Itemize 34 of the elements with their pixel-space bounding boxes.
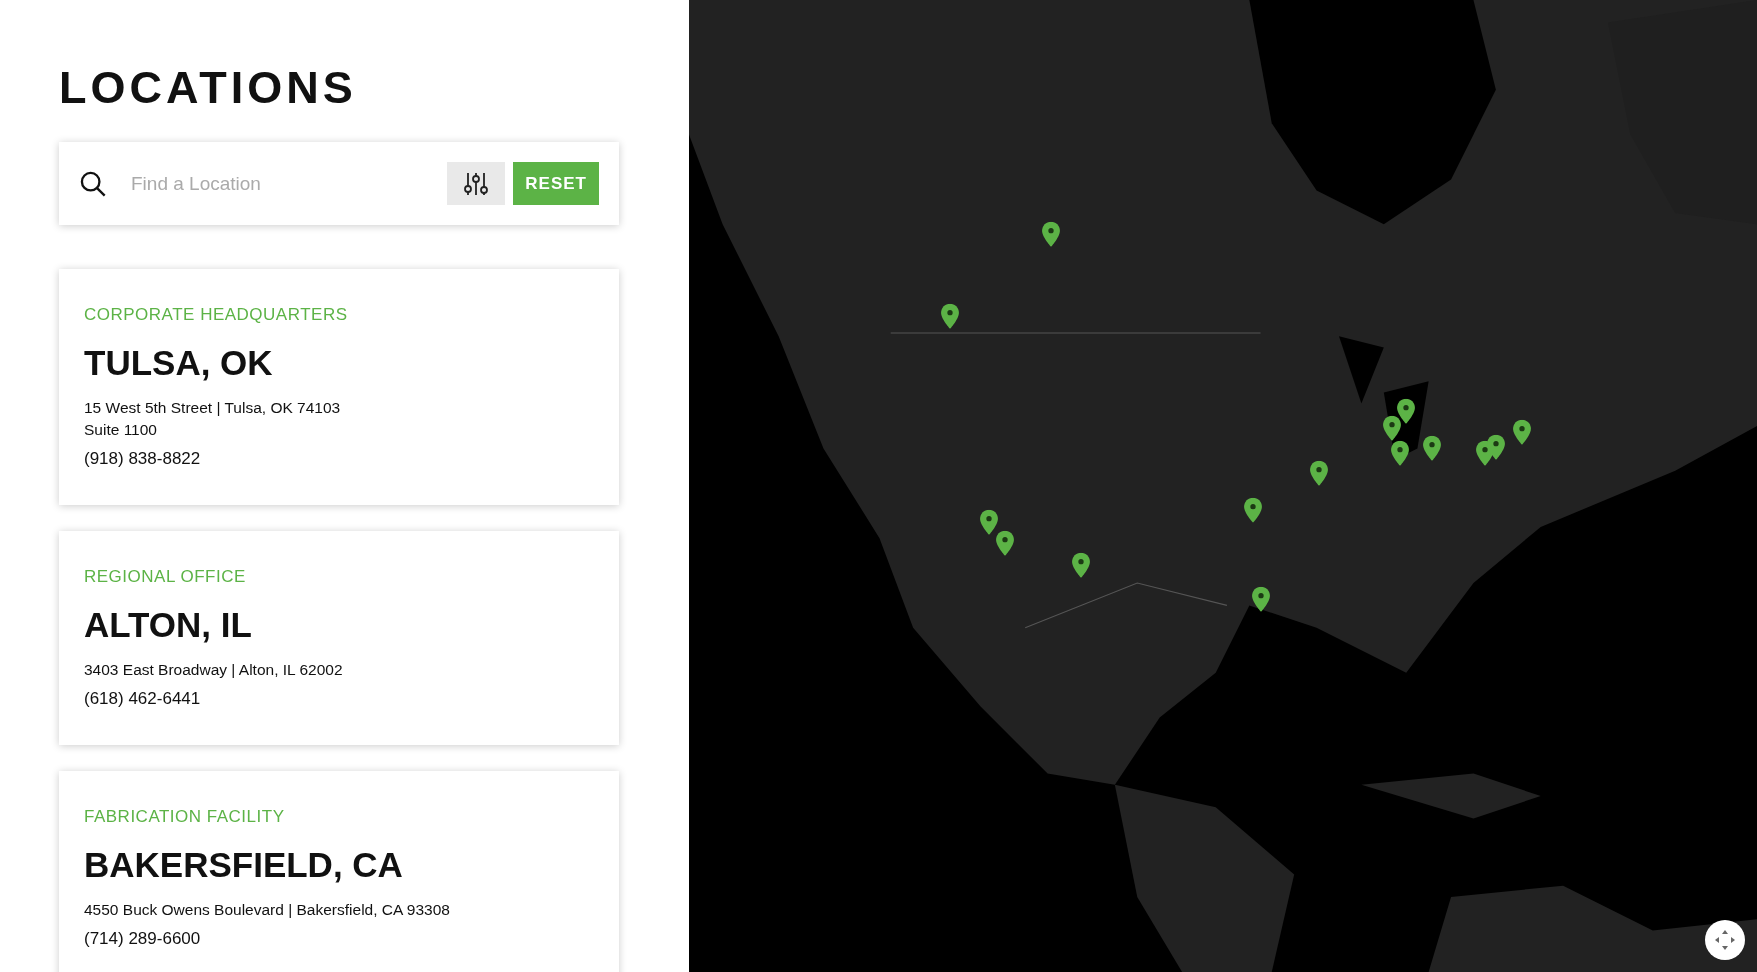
location-card[interactable]: CORPORATE HEADQUARTERS TULSA, OK 15 West 5th Street | Tulsa, OK 74103 Suite 1100 (918) 838-8822 xyxy=(59,269,619,505)
map-pin-icon[interactable] xyxy=(1243,497,1262,523)
location-city: BAKERSFIELD, CA xyxy=(84,845,404,885)
location-phone: (618) 462-6441 xyxy=(84,689,202,709)
arrows-icon xyxy=(1713,928,1737,952)
location-address: 3403 East Broadway | Alton, IL 62002 xyxy=(84,660,344,680)
map-pin-icon[interactable] xyxy=(1251,586,1270,612)
map-pin-icon[interactable] xyxy=(1382,415,1401,441)
map-pin-icon[interactable] xyxy=(1512,419,1531,445)
location-card[interactable]: REGIONAL OFFICE ALTON, IL 3403 East Broadway | Alton, IL 62002 (618) 462-6441 xyxy=(59,531,619,745)
location-phone: (714) 289-6600 xyxy=(84,929,202,949)
location-phone: (918) 838-8822 xyxy=(84,449,202,469)
search-icon xyxy=(79,169,107,198)
map-pin-icon[interactable] xyxy=(980,510,999,536)
filter-button[interactable] xyxy=(447,162,506,205)
map-pin-icon[interactable] xyxy=(996,530,1014,556)
map-pin-icon[interactable] xyxy=(1309,460,1328,486)
page-title: LOCATIONS xyxy=(59,62,358,114)
location-card[interactable]: FABRICATION FACILITY BAKERSFIELD, CA 4550 Buck Owens Boulevard | Bakersfield, CA 93308 (714) 289-6600 xyxy=(59,771,619,972)
location-suite: Suite 1100 xyxy=(84,420,158,440)
location-address: 15 West 5th Street | Tulsa, OK 74103 xyxy=(84,398,342,418)
map-pin-icon[interactable] xyxy=(1072,552,1091,578)
location-category: FABRICATION FACILITY xyxy=(84,807,286,827)
location-city: TULSA, OK xyxy=(84,343,274,383)
map-pin-icon[interactable] xyxy=(1486,435,1505,461)
location-city: ALTON, IL xyxy=(84,605,253,645)
location-category: CORPORATE HEADQUARTERS xyxy=(84,305,349,325)
map-pin-icon[interactable] xyxy=(1041,222,1060,247)
location-category: REGIONAL OFFICE xyxy=(84,567,247,587)
map-pin-icon[interactable] xyxy=(941,303,960,329)
map-pin-icon[interactable] xyxy=(1390,440,1409,466)
map-pin-icon[interactable] xyxy=(1397,399,1416,425)
location-address: 4550 Buck Owens Boulevard | Bakersfield, CA 93308 xyxy=(84,900,451,920)
map-pin-icon[interactable] xyxy=(1423,436,1441,462)
